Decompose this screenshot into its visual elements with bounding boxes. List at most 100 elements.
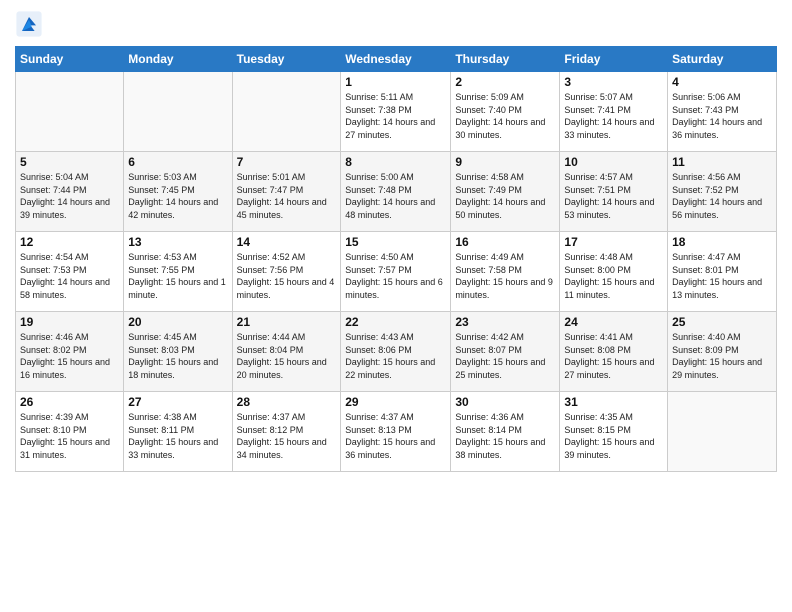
day-info: Sunrise: 4:48 AM Sunset: 8:00 PM Dayligh… [564, 251, 663, 301]
calendar-week-row: 19 Sunrise: 4:46 AM Sunset: 8:02 PM Dayli… [16, 312, 777, 392]
day-info: Sunrise: 4:54 AM Sunset: 7:53 PM Dayligh… [20, 251, 119, 301]
day-info: Sunrise: 4:42 AM Sunset: 8:07 PM Dayligh… [455, 331, 555, 381]
day-info: Sunrise: 4:37 AM Sunset: 8:13 PM Dayligh… [345, 411, 446, 461]
calendar-day-cell: 31Sunrise: 4:35 AM Sunset: 8:15 PM Dayli… [560, 392, 668, 472]
calendar-day-cell: 26 Sunrise: 4:39 AM Sunset: 8:10 PM Dayli… [16, 392, 124, 472]
day-info: Sunrise: 4:56 AM Sunset: 7:52 PM Dayligh… [672, 171, 772, 221]
day-info: Sunrise: 4:58 AM Sunset: 7:49 PM Dayligh… [455, 171, 555, 221]
calendar-day-cell: 11 Sunrise: 4:56 AM Sunset: 7:52 PM Dayli… [668, 152, 777, 232]
calendar-day-cell: 5Sunrise: 5:04 AM Sunset: 7:44 PM Daylig… [16, 152, 124, 232]
day-number: 26 [20, 395, 119, 409]
day-number: 27 [128, 395, 227, 409]
day-number: 12 [20, 235, 119, 249]
calendar-day-cell: 30 Sunrise: 4:36 AM Sunset: 8:14 PM Dayli… [451, 392, 560, 472]
calendar-day-cell: 14 Sunrise: 4:52 AM Sunset: 7:56 PM Dayli… [232, 232, 341, 312]
weekday-header: Wednesday [341, 47, 451, 72]
weekday-header: Friday [560, 47, 668, 72]
calendar-day-cell: 15 Sunrise: 4:50 AM Sunset: 7:57 PM Dayli… [341, 232, 451, 312]
day-number: 16 [455, 235, 555, 249]
calendar-day-cell: 27 Sunrise: 4:38 AM Sunset: 8:11 PM Dayli… [124, 392, 232, 472]
calendar-day-cell [232, 72, 341, 152]
day-number: 4 [672, 75, 772, 89]
calendar-day-cell: 21 Sunrise: 4:44 AM Sunset: 8:04 PM Dayli… [232, 312, 341, 392]
day-info: Sunrise: 4:49 AM Sunset: 7:58 PM Dayligh… [455, 251, 555, 301]
calendar-day-cell: 16 Sunrise: 4:49 AM Sunset: 7:58 PM Dayli… [451, 232, 560, 312]
calendar-day-cell: 18 Sunrise: 4:47 AM Sunset: 8:01 PM Dayli… [668, 232, 777, 312]
day-info: Sunrise: 4:39 AM Sunset: 8:10 PM Dayligh… [20, 411, 119, 461]
day-number: 17 [564, 235, 663, 249]
calendar-day-cell: 9Sunrise: 4:58 AM Sunset: 7:49 PM Daylig… [451, 152, 560, 232]
day-info: Sunrise: 4:40 AM Sunset: 8:09 PM Dayligh… [672, 331, 772, 381]
day-info: Sunrise: 4:44 AM Sunset: 8:04 PM Dayligh… [237, 331, 337, 381]
day-info: Sunrise: 5:11 AM Sunset: 7:38 PM Dayligh… [345, 91, 446, 141]
day-number: 6 [128, 155, 227, 169]
day-info: Sunrise: 4:53 AM Sunset: 7:55 PM Dayligh… [128, 251, 227, 301]
day-number: 29 [345, 395, 446, 409]
calendar-day-cell: 10 Sunrise: 4:57 AM Sunset: 7:51 PM Dayli… [560, 152, 668, 232]
day-number: 13 [128, 235, 227, 249]
page-header [15, 10, 777, 38]
calendar-day-cell: 7Sunrise: 5:01 AM Sunset: 7:47 PM Daylig… [232, 152, 341, 232]
logo-icon [15, 10, 43, 38]
day-info: Sunrise: 4:52 AM Sunset: 7:56 PM Dayligh… [237, 251, 337, 301]
calendar-day-cell: 29 Sunrise: 4:37 AM Sunset: 8:13 PM Dayli… [341, 392, 451, 472]
day-info: Sunrise: 4:46 AM Sunset: 8:02 PM Dayligh… [20, 331, 119, 381]
day-number: 3 [564, 75, 663, 89]
day-number: 23 [455, 315, 555, 329]
day-info: Sunrise: 4:47 AM Sunset: 8:01 PM Dayligh… [672, 251, 772, 301]
weekday-header: Sunday [16, 47, 124, 72]
day-info: Sunrise: 5:09 AM Sunset: 7:40 PM Dayligh… [455, 91, 555, 141]
day-number: 24 [564, 315, 663, 329]
day-number: 1 [345, 75, 446, 89]
day-info: Sunrise: 4:43 AM Sunset: 8:06 PM Dayligh… [345, 331, 446, 381]
day-number: 30 [455, 395, 555, 409]
day-number: 15 [345, 235, 446, 249]
day-info: Sunrise: 4:37 AM Sunset: 8:12 PM Dayligh… [237, 411, 337, 461]
day-info: Sunrise: 4:36 AM Sunset: 8:14 PM Dayligh… [455, 411, 555, 461]
day-info: Sunrise: 4:57 AM Sunset: 7:51 PM Dayligh… [564, 171, 663, 221]
calendar-day-cell [16, 72, 124, 152]
calendar-day-cell: 22Sunrise: 4:43 AM Sunset: 8:06 PM Dayli… [341, 312, 451, 392]
calendar-week-row: 5Sunrise: 5:04 AM Sunset: 7:44 PM Daylig… [16, 152, 777, 232]
calendar-day-cell: 3 Sunrise: 5:07 AM Sunset: 7:41 PM Daylig… [560, 72, 668, 152]
day-info: Sunrise: 4:45 AM Sunset: 8:03 PM Dayligh… [128, 331, 227, 381]
day-number: 14 [237, 235, 337, 249]
weekday-header: Monday [124, 47, 232, 72]
day-number: 19 [20, 315, 119, 329]
weekday-header: Tuesday [232, 47, 341, 72]
calendar-day-cell: 23 Sunrise: 4:42 AM Sunset: 8:07 PM Dayli… [451, 312, 560, 392]
calendar-day-cell: 20Sunrise: 4:45 AM Sunset: 8:03 PM Dayli… [124, 312, 232, 392]
day-info: Sunrise: 5:07 AM Sunset: 7:41 PM Dayligh… [564, 91, 663, 141]
day-info: Sunrise: 5:03 AM Sunset: 7:45 PM Dayligh… [128, 171, 227, 221]
day-info: Sunrise: 4:41 AM Sunset: 8:08 PM Dayligh… [564, 331, 663, 381]
day-number: 10 [564, 155, 663, 169]
day-number: 21 [237, 315, 337, 329]
calendar-day-cell: 13 Sunrise: 4:53 AM Sunset: 7:55 PM Dayli… [124, 232, 232, 312]
day-number: 31 [564, 395, 663, 409]
calendar-day-cell: 19 Sunrise: 4:46 AM Sunset: 8:02 PM Dayli… [16, 312, 124, 392]
logo [15, 10, 47, 38]
calendar-day-cell: 6 Sunrise: 5:03 AM Sunset: 7:45 PM Daylig… [124, 152, 232, 232]
calendar-day-cell [124, 72, 232, 152]
day-info: Sunrise: 4:38 AM Sunset: 8:11 PM Dayligh… [128, 411, 227, 461]
calendar-day-cell: 25 Sunrise: 4:40 AM Sunset: 8:09 PM Dayli… [668, 312, 777, 392]
calendar-day-cell: 17 Sunrise: 4:48 AM Sunset: 8:00 PM Dayli… [560, 232, 668, 312]
calendar-day-cell: 28Sunrise: 4:37 AM Sunset: 8:12 PM Dayli… [232, 392, 341, 472]
calendar-day-cell: 2Sunrise: 5:09 AM Sunset: 7:40 PM Daylig… [451, 72, 560, 152]
calendar-day-cell: 4 Sunrise: 5:06 AM Sunset: 7:43 PM Daylig… [668, 72, 777, 152]
calendar-week-row: 12 Sunrise: 4:54 AM Sunset: 7:53 PM Dayli… [16, 232, 777, 312]
day-info: Sunrise: 5:00 AM Sunset: 7:48 PM Dayligh… [345, 171, 446, 221]
weekday-header: Thursday [451, 47, 560, 72]
day-info: Sunrise: 4:50 AM Sunset: 7:57 PM Dayligh… [345, 251, 446, 301]
day-number: 7 [237, 155, 337, 169]
weekday-header: Saturday [668, 47, 777, 72]
day-info: Sunrise: 5:04 AM Sunset: 7:44 PM Dayligh… [20, 171, 119, 221]
day-number: 25 [672, 315, 772, 329]
calendar-week-row: 26 Sunrise: 4:39 AM Sunset: 8:10 PM Dayli… [16, 392, 777, 472]
day-number: 8 [345, 155, 446, 169]
calendar-day-cell: 12 Sunrise: 4:54 AM Sunset: 7:53 PM Dayli… [16, 232, 124, 312]
day-number: 11 [672, 155, 772, 169]
day-number: 18 [672, 235, 772, 249]
day-info: Sunrise: 5:06 AM Sunset: 7:43 PM Dayligh… [672, 91, 772, 141]
calendar-table: SundayMondayTuesdayWednesdayThursdayFrid… [15, 46, 777, 472]
